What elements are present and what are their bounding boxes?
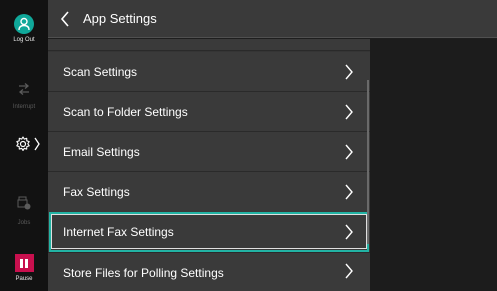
user-icon bbox=[14, 14, 34, 34]
jobs-icon bbox=[17, 196, 31, 210]
list-item-store-files-for-polling-settings[interactable]: Store Files for Polling Settings bbox=[48, 253, 370, 291]
back-chevron-icon[interactable] bbox=[58, 9, 72, 29]
interrupt-icon bbox=[18, 83, 30, 95]
logout-label: Log Out bbox=[13, 37, 35, 43]
list-item-label: Email Settings bbox=[63, 145, 140, 159]
jobs-label: Jobs bbox=[17, 220, 31, 226]
scrollbar[interactable] bbox=[367, 80, 369, 244]
header-bar: App Settings bbox=[48, 0, 497, 38]
pause-label: Pause bbox=[15, 276, 33, 282]
empty-panel bbox=[370, 39, 497, 291]
list-item-label: Scan to Folder Settings bbox=[63, 105, 188, 119]
list-item-internet-fax-settings[interactable]: Internet Fax Settings bbox=[48, 211, 370, 253]
interrupt-label: Interrupt bbox=[12, 104, 36, 110]
list-item-partial[interactable] bbox=[48, 39, 370, 51]
list-item-label: Internet Fax Settings bbox=[63, 225, 174, 239]
chevron-right-icon bbox=[345, 64, 353, 80]
interrupt-button[interactable]: Interrupt bbox=[0, 82, 48, 111]
list-item-scan-to-folder-settings[interactable]: Scan to Folder Settings bbox=[48, 92, 370, 132]
list-item-fax-settings[interactable]: Fax Settings bbox=[48, 172, 370, 212]
jobs-button[interactable]: Jobs bbox=[0, 195, 48, 227]
pause-icon bbox=[14, 254, 34, 272]
gear-icon bbox=[16, 136, 40, 151]
chevron-right-icon bbox=[345, 144, 353, 160]
chevron-right-icon bbox=[345, 224, 353, 240]
logout-button[interactable]: Log Out bbox=[0, 14, 48, 44]
settings-list: Scan Settings Scan to Folder Settings Em… bbox=[48, 39, 370, 291]
list-item-email-settings[interactable]: Email Settings bbox=[48, 132, 370, 172]
pause-button[interactable]: Pause bbox=[0, 254, 48, 283]
list-item-label: Scan Settings bbox=[63, 65, 138, 79]
chevron-right-icon bbox=[345, 184, 353, 200]
chevron-right-icon bbox=[345, 263, 353, 279]
page-title: App Settings bbox=[83, 11, 157, 26]
list-item-label: Store Files for Polling Settings bbox=[63, 266, 224, 280]
chevron-right-icon bbox=[345, 104, 353, 120]
list-item-scan-settings[interactable]: Scan Settings bbox=[48, 52, 370, 92]
sidebar: Log Out Interrupt Jobs Pause bbox=[0, 0, 48, 291]
list-item-label: Fax Settings bbox=[63, 185, 130, 199]
settings-button[interactable] bbox=[0, 135, 48, 155]
